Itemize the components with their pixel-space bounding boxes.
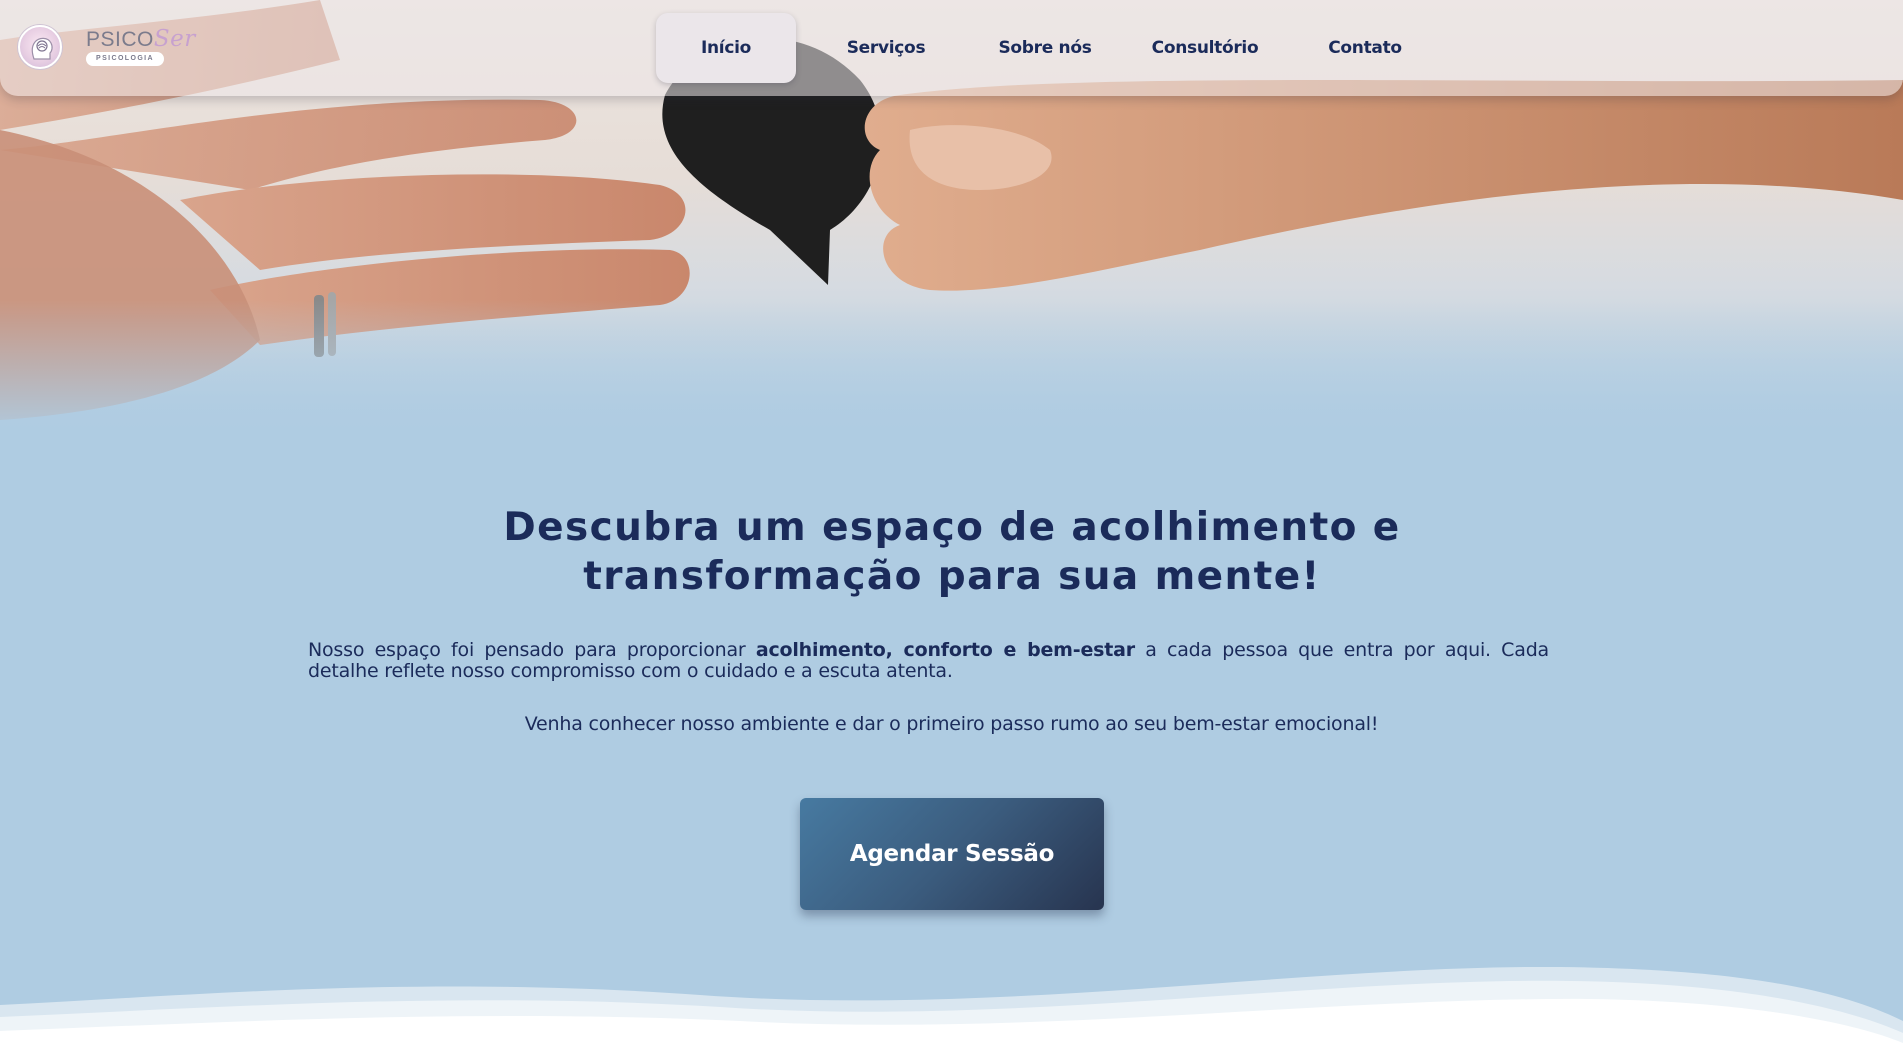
brand-logo[interactable]: PSICOSer PSICOLOGIA [14, 22, 195, 72]
head-brain-icon [18, 25, 62, 69]
hero-headline-line1: Descubra um espaço de acolhimento e [503, 505, 1401, 550]
hero-intro-text: Nosso espaço foi pensado para proporcion… [308, 640, 1549, 682]
brand-tagline: PSICOLOGIA [86, 52, 164, 66]
intro-text-bold: acolhimento, conforto e bem-estar [755, 639, 1135, 661]
hero-headline-line2: transformação para sua mente! [583, 554, 1321, 599]
hero-invite-text: Venha conhecer nosso ambiente e dar o pr… [524, 713, 1379, 735]
navbar: PSICOSer PSICOLOGIA Início Serviços Sobr… [0, 0, 1903, 96]
nav-item-servicos[interactable]: Serviços [818, 13, 954, 83]
nav-item-consultorio[interactable]: Consultório [1130, 13, 1280, 83]
schedule-session-button[interactable]: Agendar Sessão [800, 798, 1104, 910]
hero-headline: Descubra um espaço de acolhimento e tran… [452, 503, 1452, 601]
bottom-wave-divider [0, 966, 1903, 1047]
brand-name-suffix: Ser [153, 26, 196, 52]
brand-name-prefix: PSICO [86, 28, 154, 51]
nav-item-sobre-nos[interactable]: Sobre nós [975, 13, 1115, 83]
nav-item-inicio[interactable]: Início [656, 13, 796, 83]
brand-wordmark: PSICOSer [86, 26, 196, 52]
intro-text-start: Nosso espaço foi pensado para proporcion… [308, 639, 756, 661]
nav-item-contato[interactable]: Contato [1300, 13, 1430, 83]
